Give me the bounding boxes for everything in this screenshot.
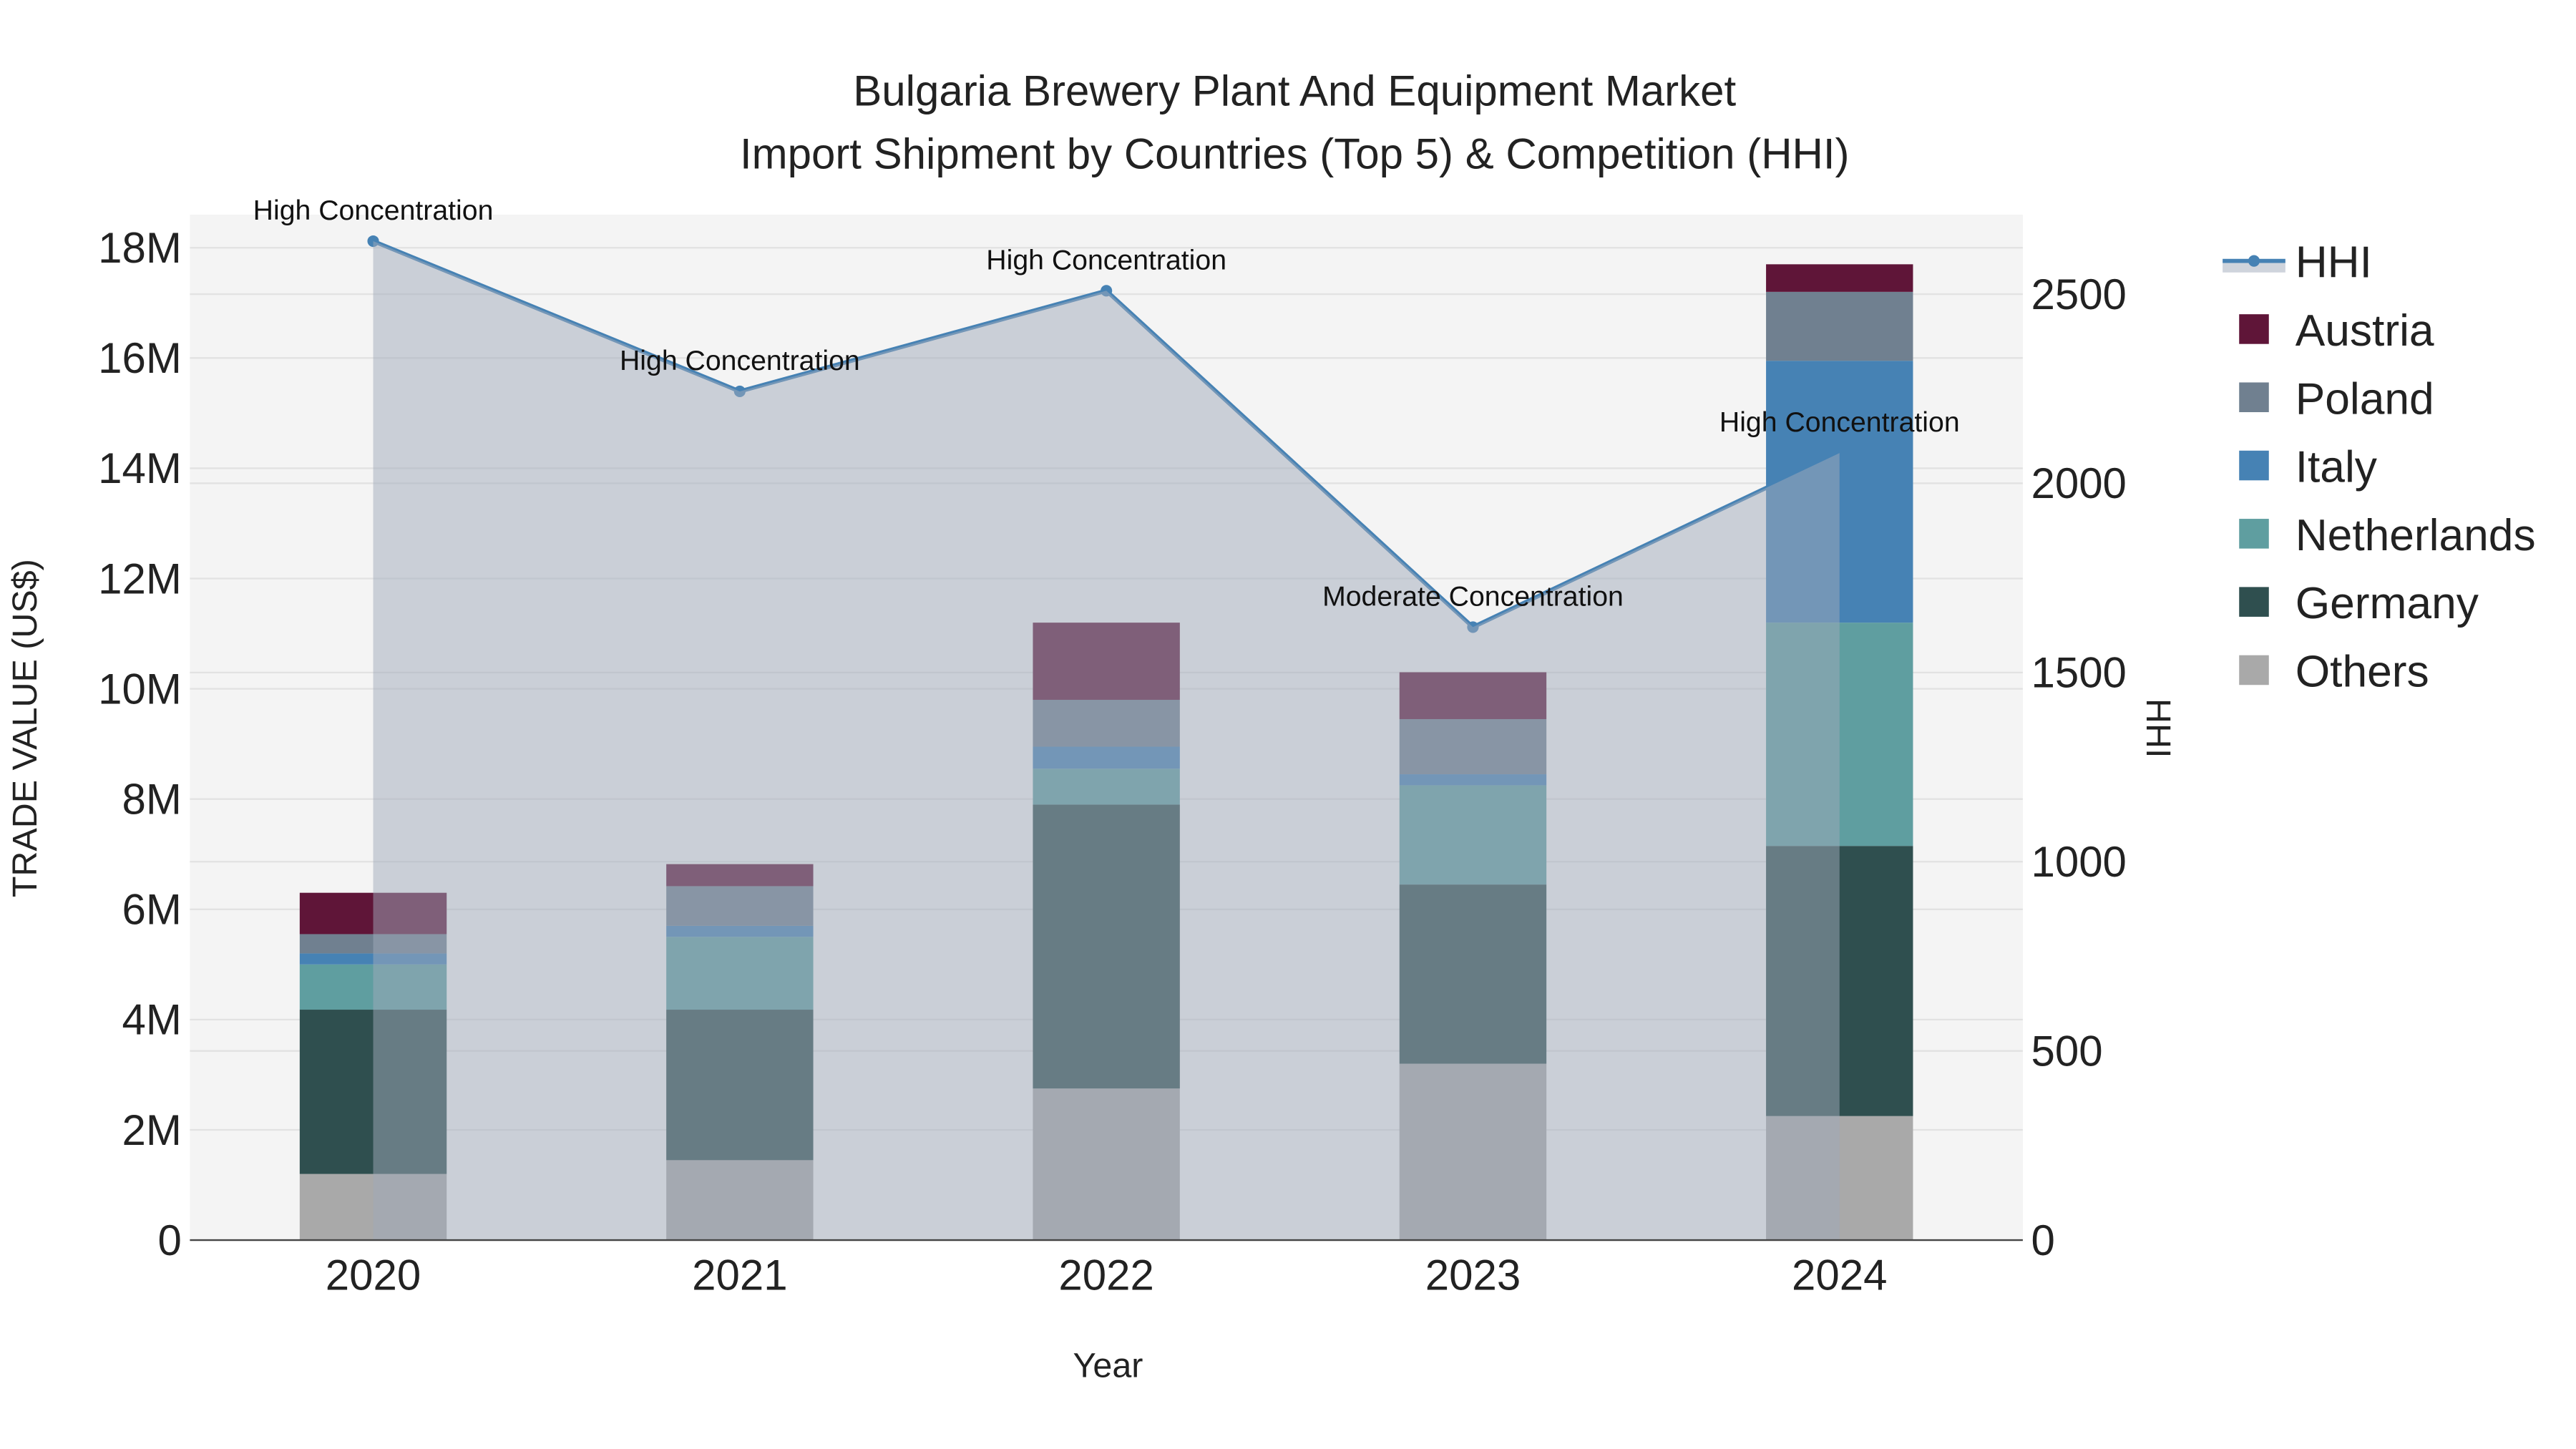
legend-label-netherlands: Netherlands: [2296, 511, 2536, 560]
y2-tick-label: 1000: [2031, 838, 2126, 886]
legend-label-italy: Italy: [2296, 443, 2378, 492]
x-tick-label: 2022: [1058, 1251, 1153, 1299]
legend-swatch-poland: [2239, 382, 2269, 412]
y2-tick-label: 0: [2031, 1216, 2054, 1264]
legend-hhi-marker: [2248, 255, 2260, 267]
bar-austria-2024: [1766, 264, 1913, 292]
y2-tick-label: 500: [2031, 1027, 2102, 1075]
y-tick-label: 0: [157, 1216, 181, 1264]
y-axis-title: TRADE VALUE (US$): [6, 559, 44, 897]
y-tick-label: 2M: [122, 1106, 181, 1154]
legend-swatch-germany: [2239, 587, 2269, 617]
y2-axis-title: HHI: [2139, 698, 2177, 758]
y-tick-label: 18M: [98, 224, 182, 272]
legend-swatch-netherlands: [2239, 519, 2269, 549]
legend-swatch-austria: [2239, 314, 2269, 344]
y-tick-label: 14M: [98, 444, 182, 492]
hhi-annotation: High Concentration: [253, 195, 494, 226]
legend-swatch-italy: [2239, 450, 2269, 481]
x-axis-title: Year: [1073, 1347, 1143, 1385]
hhi-annotation: High Concentration: [986, 244, 1226, 275]
legend-label-hhi: HHI: [2296, 238, 2372, 288]
hhi-annotation: High Concentration: [620, 345, 860, 376]
x-tick-label: 2020: [326, 1251, 421, 1299]
x-tick-label: 2023: [1425, 1251, 1521, 1299]
y-tick-label: 8M: [122, 775, 181, 823]
chart: High Concentration High Concentration High…: [6, 67, 2536, 1385]
x-tick-label: 2021: [692, 1251, 787, 1299]
y-axis-ticks: 0 2M 4M 6M 8M 10M 12M 14M 16M 18M: [98, 224, 182, 1264]
y-tick-label: 12M: [98, 555, 182, 602]
legend-swatch-others: [2239, 655, 2269, 686]
hhi-annotation: High Concentration: [1719, 406, 1960, 438]
legend: HHI Austria Poland Italy Netherlands Germany O…: [2223, 238, 2536, 697]
x-tick-label: 2024: [1792, 1251, 1887, 1299]
y-tick-label: 10M: [98, 665, 182, 713]
legend-label-poland: Poland: [2296, 374, 2434, 424]
y2-tick-label: 1500: [2031, 649, 2126, 697]
bar-poland-2024: [1766, 291, 1913, 361]
y-tick-label: 16M: [98, 334, 182, 382]
legend-label-austria: Austria: [2296, 306, 2434, 356]
y2-axis-ticks: 0 500 1000 1500 2000 2500: [2031, 270, 2126, 1264]
y-tick-label: 6M: [122, 886, 181, 934]
x-axis-ticks: 2020 2021 2022 2023 2024: [326, 1251, 1888, 1299]
chart-title-line2: Import Shipment by Countries (Top 5) & C…: [740, 130, 1850, 177]
y2-tick-label: 2000: [2031, 459, 2126, 507]
legend-label-germany: Germany: [2296, 579, 2479, 628]
chart-title-line1: Bulgaria Brewery Plant And Equipment Mar…: [853, 67, 1736, 115]
legend-label-others: Others: [2296, 648, 2429, 697]
y-tick-label: 4M: [122, 996, 181, 1044]
hhi-annotation: Moderate Concentration: [1322, 580, 1624, 612]
y2-tick-label: 2500: [2031, 270, 2126, 318]
